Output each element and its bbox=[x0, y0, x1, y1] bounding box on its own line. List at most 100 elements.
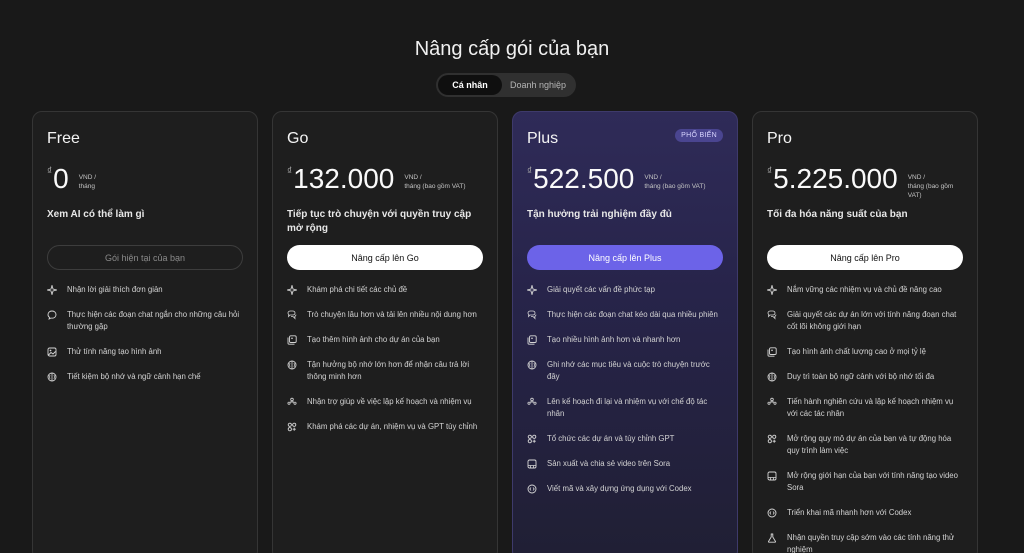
price-row: ₫ 132.000 VND / tháng (bao gồm VAT) bbox=[287, 164, 483, 198]
feature-item: Mở rộng quy mô dự án của bạn và tự động … bbox=[767, 433, 963, 457]
plan-tagline: Tiếp tục trò chuyện với quyền truy cập m… bbox=[287, 209, 472, 234]
feature-text: Giải quyết các dự án lớn với tính năng đ… bbox=[787, 310, 957, 331]
chat-bubbles-icon bbox=[527, 310, 537, 320]
price-billing: tháng (bao gồm VAT) bbox=[644, 183, 706, 190]
feature-text: Mở rộng quy mô dự án của bạn và tự động … bbox=[787, 434, 952, 455]
sparkle-icon bbox=[767, 285, 777, 295]
feature-item: Lên kế hoạch đi lại và nhiệm vụ với chế … bbox=[527, 396, 723, 420]
feature-text: Sản xuất và chia sẻ video trên Sora bbox=[547, 459, 671, 468]
upgrade-plus-button[interactable]: Nâng cấp lên Plus bbox=[527, 245, 723, 270]
feature-item: Thực hiện các đoạn chat ngắn cho những c… bbox=[47, 309, 243, 333]
feature-list: Nắm vững các nhiệm vụ và chủ đề nâng cao… bbox=[767, 284, 963, 553]
price-billing: tháng (bao gồm VAT) bbox=[404, 183, 466, 190]
plan-card-go: Go ₫ 132.000 VND / tháng (bao gồm VAT) T… bbox=[272, 111, 498, 553]
video-icon bbox=[767, 471, 777, 481]
feature-list: Giải quyết các vấn đề phức tạp Thực hiện… bbox=[527, 284, 723, 495]
team-icon bbox=[767, 397, 777, 407]
currency-symbol: ₫ bbox=[287, 166, 293, 177]
feature-text: Tiến hành nghiên cứu và lập kế hoạch nhi… bbox=[787, 397, 954, 418]
feature-text: Triển khai mã nhanh hơn với Codex bbox=[787, 508, 912, 517]
feature-text: Mở rộng giới hạn của bạn với tính năng t… bbox=[787, 471, 958, 492]
feature-text: Viết mã và xây dựng ứng dụng với Codex bbox=[547, 484, 692, 493]
image-icon bbox=[47, 347, 57, 357]
toggle-business[interactable]: Doanh nghiệp bbox=[502, 75, 574, 95]
price-period: VND / tháng (bao gồm VAT) bbox=[908, 173, 963, 200]
feature-text: Khám phá chi tiết các chủ đề bbox=[307, 285, 408, 294]
feature-text: Thực hiện các đoạn chat ngắn cho những c… bbox=[67, 310, 240, 331]
feature-item: Khám phá các dự án, nhiệm vụ và GPT tùy … bbox=[287, 421, 483, 433]
feature-item: Nắm vững các nhiệm vụ và chủ đề nâng cao bbox=[767, 284, 963, 296]
images-icon bbox=[527, 335, 537, 345]
feature-item: Sản xuất và chia sẻ video trên Sora bbox=[527, 458, 723, 470]
chat-bubbles-icon bbox=[287, 310, 297, 320]
plan-tagline: Xem AI có thể làm gì bbox=[47, 209, 145, 220]
feature-text: Ghi nhớ các mục tiêu và cuộc trò chuyện … bbox=[547, 360, 710, 381]
feature-text: Tận hưởng bộ nhớ lớn hơn để nhận câu trả… bbox=[307, 360, 470, 381]
feature-item: Tiết kiệm bộ nhớ và ngữ cảnh hạn chế bbox=[47, 371, 243, 383]
feature-item: Trò chuyện lâu hơn và tải lên nhiều nội … bbox=[287, 309, 483, 321]
popular-badge: PHỔ BIẾN bbox=[675, 129, 723, 142]
feature-text: Tạo thêm hình ảnh cho dự án của bạn bbox=[307, 335, 440, 344]
price-row: ₫ 0 VND / tháng bbox=[47, 164, 243, 198]
current-plan-button: Gói hiện tại của bạn bbox=[47, 245, 243, 270]
upgrade-go-button[interactable]: Nâng cấp lên Go bbox=[287, 245, 483, 270]
sparkle-icon bbox=[527, 285, 537, 295]
brain-icon bbox=[527, 360, 537, 370]
plan-name: Go bbox=[287, 130, 309, 147]
price-unit: VND / bbox=[404, 174, 422, 181]
feature-text: Giải quyết các vấn đề phức tạp bbox=[547, 285, 655, 294]
sparkle-icon bbox=[47, 285, 57, 295]
toggle-personal[interactable]: Cá nhân bbox=[438, 75, 502, 95]
plan-tagline: Tận hưởng trải nghiệm đầy đủ bbox=[527, 209, 672, 220]
video-icon bbox=[527, 459, 537, 469]
plan-card-free: Free ₫ 0 VND / tháng Xem AI có thể làm g… bbox=[32, 111, 258, 553]
plan-name: Free bbox=[47, 130, 80, 147]
plan-card-pro: Pro ₫ 5.225.000 VND / tháng (bao gồm VAT… bbox=[752, 111, 978, 553]
apps-icon bbox=[287, 422, 297, 432]
feature-item: Tận hưởng bộ nhớ lớn hơn để nhận câu trả… bbox=[287, 359, 483, 383]
feature-item: Tiến hành nghiên cứu và lập kế hoạch nhi… bbox=[767, 396, 963, 420]
images-icon bbox=[767, 347, 777, 357]
feature-text: Tiết kiệm bộ nhớ và ngữ cảnh hạn chế bbox=[67, 372, 201, 381]
feature-text: Thực hiện các đoạn chat kéo dài qua nhiề… bbox=[547, 310, 718, 319]
feature-text: Nắm vững các nhiệm vụ và chủ đề nâng cao bbox=[787, 285, 942, 294]
brain-icon bbox=[767, 372, 777, 382]
feature-text: Nhận trợ giúp về việc lập kế hoạch và nh… bbox=[307, 397, 472, 406]
chat-bubble-icon bbox=[47, 310, 57, 320]
price-amount: 132.000 bbox=[293, 163, 395, 194]
apps-icon bbox=[767, 434, 777, 444]
feature-list: Khám phá chi tiết các chủ đề Trò chuyện … bbox=[287, 284, 483, 433]
feature-text: Trò chuyện lâu hơn và tải lên nhiều nội … bbox=[307, 310, 477, 319]
currency-symbol: ₫ bbox=[47, 166, 53, 177]
currency-symbol: ₫ bbox=[527, 166, 533, 177]
currency-symbol: ₫ bbox=[767, 166, 773, 177]
feature-item: Thực hiện các đoạn chat kéo dài qua nhiề… bbox=[527, 309, 723, 321]
feature-item: Duy trì toàn bộ ngữ cảnh với bộ nhớ tối … bbox=[767, 371, 963, 383]
feature-text: Nhận lời giải thích đơn giản bbox=[67, 285, 163, 294]
plan-type-toggle: Cá nhân Doanh nghiệp bbox=[436, 73, 576, 97]
feature-item: Thử tính năng tạo hình ảnh bbox=[47, 346, 243, 358]
feature-item: Tạo hình ảnh chất lượng cao ở mọi tỷ lệ bbox=[767, 346, 963, 358]
feature-item: Tổ chức các dự án và tùy chỉnh GPT bbox=[527, 433, 723, 445]
price-row: ₫ 522.500 VND / tháng (bao gồm VAT) bbox=[527, 164, 723, 198]
team-icon bbox=[287, 397, 297, 407]
price-billing: tháng bbox=[78, 183, 95, 190]
apps-icon bbox=[527, 434, 537, 444]
price-unit: VND / bbox=[907, 174, 926, 181]
upgrade-pro-button[interactable]: Nâng cấp lên Pro bbox=[767, 245, 963, 270]
feature-item: Viết mã và xây dựng ứng dụng với Codex bbox=[527, 483, 723, 495]
feature-item: Nhận quyền truy cập sớm vào các tính năn… bbox=[767, 532, 963, 553]
brain-icon bbox=[287, 360, 297, 370]
price-amount: 5.225.000 bbox=[773, 163, 898, 194]
page-title: Nâng cấp gói của bạn bbox=[414, 38, 610, 60]
feature-item: Khám phá chi tiết các chủ đề bbox=[287, 284, 483, 296]
price-amount: 522.500 bbox=[533, 163, 635, 194]
feature-item: Triển khai mã nhanh hơn với Codex bbox=[767, 507, 963, 519]
plan-name: Pro bbox=[767, 130, 792, 147]
plan-tagline: Tối đa hóa năng suất của bạn bbox=[767, 209, 908, 220]
price-unit: VND / bbox=[644, 174, 662, 181]
price-unit: VND / bbox=[78, 174, 97, 181]
chat-bubbles-icon bbox=[767, 310, 777, 320]
price-billing: tháng (bao gồm VAT) bbox=[907, 183, 954, 199]
feature-item: Tạo nhiều hình ảnh hơn và nhanh hơn bbox=[527, 334, 723, 346]
